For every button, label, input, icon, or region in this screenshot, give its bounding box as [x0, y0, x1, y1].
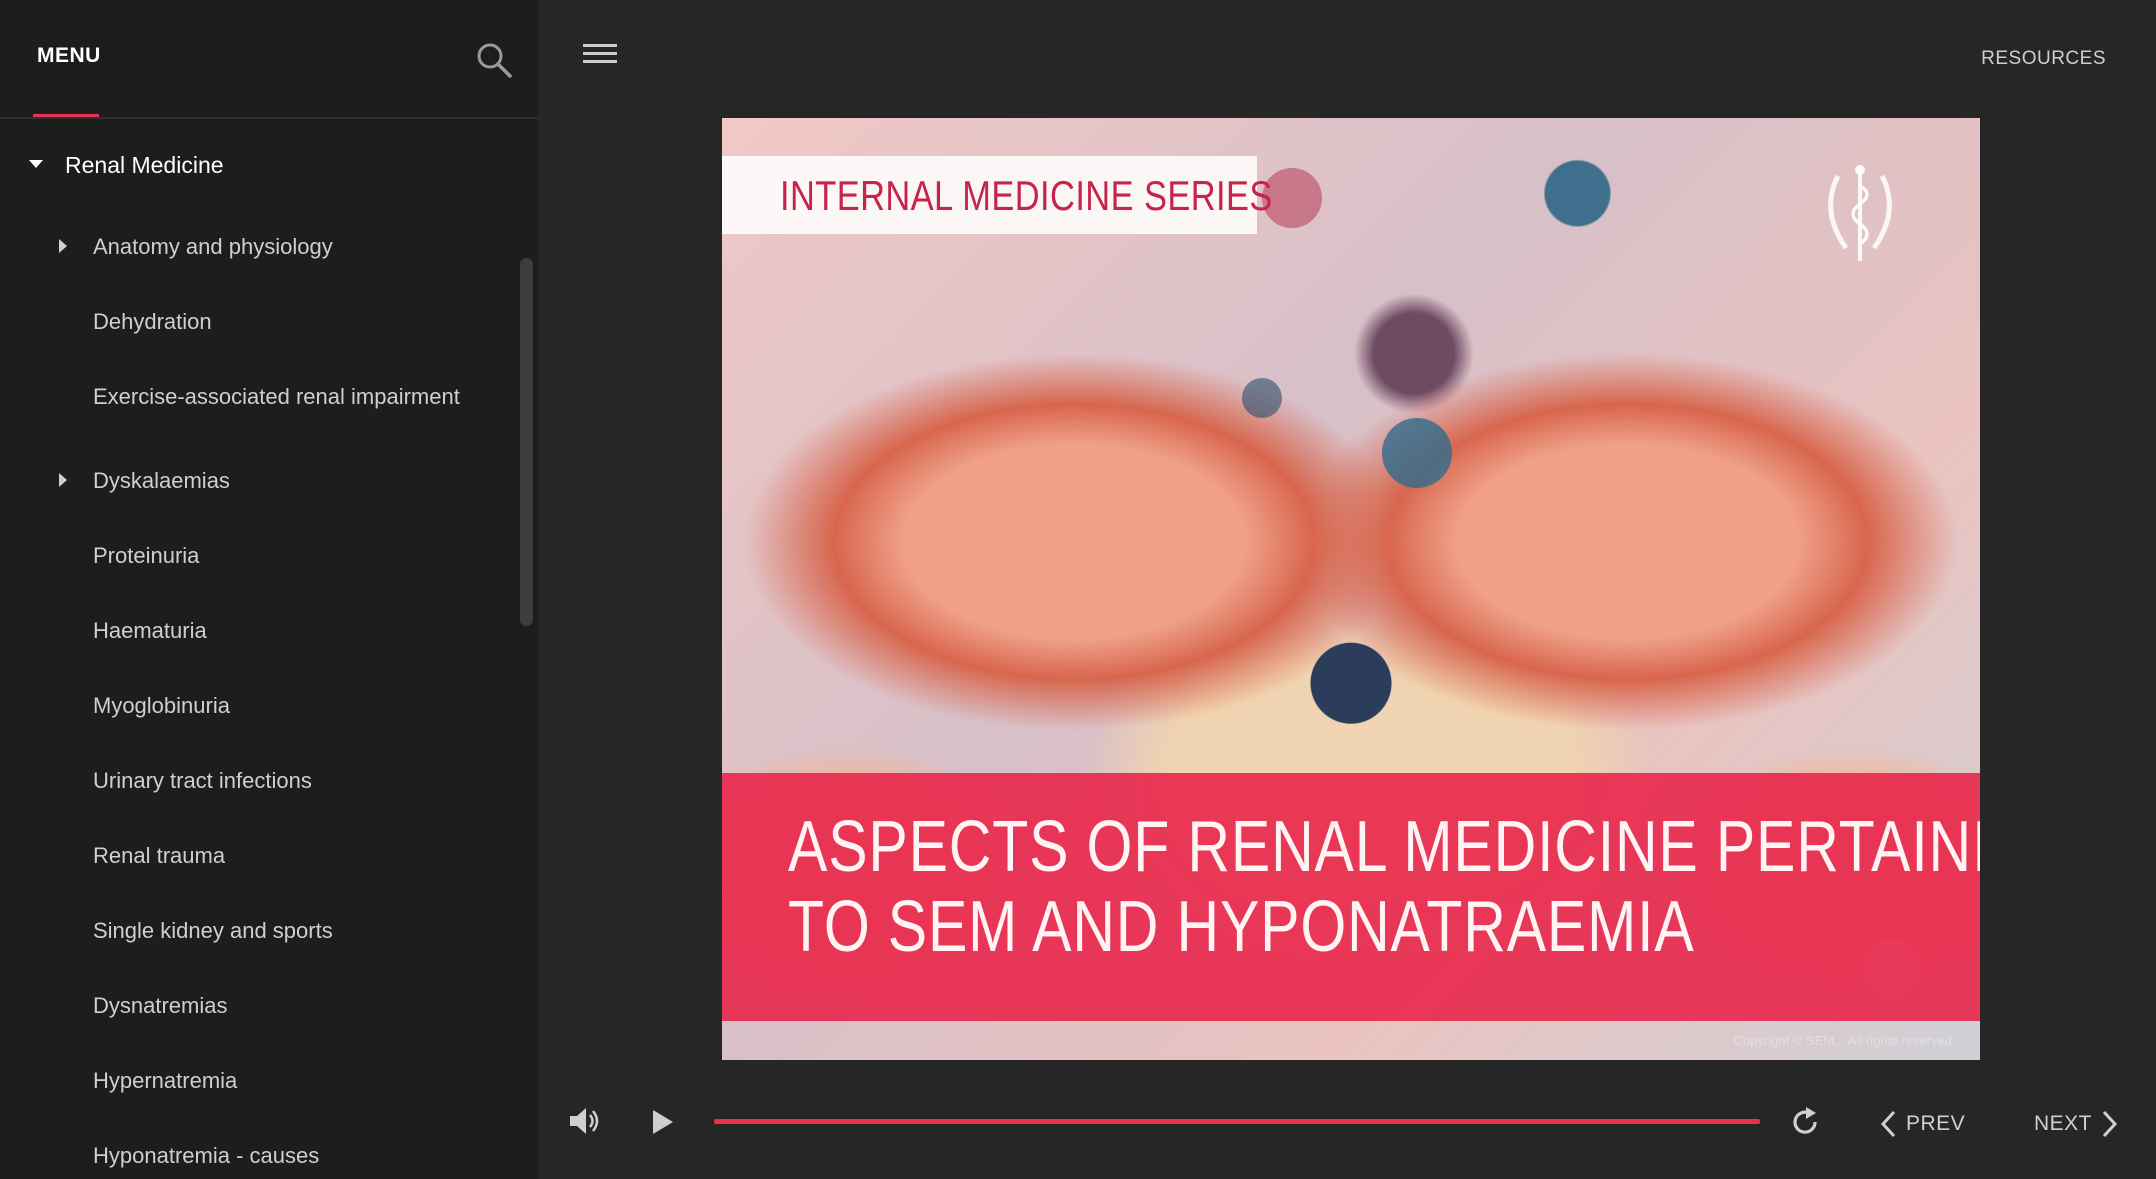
tree-section-renal-medicine[interactable]: Renal Medicine	[0, 140, 520, 188]
sidebar-item-label: Hyponatremia - causes	[93, 1143, 320, 1168]
sidebar-item-label: Dyskalaemias	[93, 468, 230, 493]
sidebar-item[interactable]: Single kidney and sports	[0, 904, 520, 960]
prev-button[interactable]: PREV	[1880, 1110, 1965, 1138]
sidebar-scrollbar-thumb[interactable]	[520, 258, 533, 626]
sidebar-item[interactable]: Exercise-associated renal impairment	[0, 370, 520, 426]
sidebar-item[interactable]: Urinary tract infections	[0, 754, 520, 810]
sidebar-item-label: Hypernatremia	[93, 1068, 238, 1093]
sidebar-item[interactable]: Haematuria	[0, 604, 520, 660]
sidebar-item-label: Dehydration	[93, 309, 212, 334]
sidebar-item[interactable]: Hyponatremia - causes	[0, 1129, 520, 1179]
chevron-right-icon	[2102, 1110, 2118, 1138]
prev-label: PREV	[1906, 1112, 1966, 1135]
chevron-left-icon	[1880, 1110, 1896, 1138]
playback-progress-bar[interactable]	[714, 1119, 1760, 1124]
next-label: NEXT	[2034, 1112, 2093, 1135]
sidebar-item[interactable]: Proteinuria	[0, 529, 520, 585]
sidebar-item-label: Renal trauma	[93, 843, 226, 868]
replay-icon[interactable]	[1789, 1105, 1821, 1137]
caret-right-icon	[59, 473, 67, 487]
sidebar-menu: MENU Renal Medicine Anatomy and physiolo…	[0, 0, 538, 1179]
slide-title-line-1: ASPECTS OF RENAL MEDICINE PERTAINING	[788, 807, 1980, 887]
sidebar-item-label: Haematuria	[93, 618, 207, 643]
sidebar-item[interactable]: Myoglobinuria	[0, 679, 520, 735]
sidebar-item-label: Anatomy and physiology	[93, 234, 333, 259]
sidebar-item[interactable]: Dysnatremias	[0, 979, 520, 1035]
copyright-text: Copyright © SEM... All rights reserved	[1733, 1033, 1952, 1048]
sidebar-item-label: Urinary tract infections	[93, 768, 312, 793]
caduceus-laurel-logo	[1828, 165, 1892, 261]
next-button[interactable]: NEXT	[2034, 1110, 2118, 1138]
sidebar-item[interactable]: Dehydration	[0, 295, 520, 351]
cell-decoration	[1382, 418, 1452, 488]
sidebar-item[interactable]: Anatomy and physiology	[0, 220, 520, 276]
sidebar-item[interactable]: Hypernatremia	[0, 1054, 520, 1110]
volume-icon[interactable]	[567, 1104, 601, 1138]
series-label: INTERNAL MEDICINE SERIES	[780, 172, 1273, 219]
menu-title: MENU	[37, 44, 101, 67]
hamburger-menu-icon[interactable]	[583, 44, 617, 68]
menu-header: MENU	[0, 0, 538, 119]
sidebar-item-label: Exercise-associated renal impairment	[93, 384, 460, 409]
caret-down-icon	[29, 160, 43, 168]
menu-tab-indicator	[33, 114, 99, 117]
sidebar-item-label: Proteinuria	[93, 543, 200, 568]
cell-decoration	[1242, 378, 1282, 418]
sidebar-item[interactable]: Dyskalaemias	[0, 454, 520, 510]
sidebar-item-label: Single kidney and sports	[93, 918, 333, 943]
play-icon[interactable]	[650, 1108, 676, 1136]
sidebar-item-label: Myoglobinuria	[93, 693, 230, 718]
sidebar-item[interactable]: Renal trauma	[0, 829, 520, 885]
slide-title-line-2: TO SEM AND HYPONATRAEMIA	[788, 887, 1695, 967]
caret-right-icon	[59, 239, 67, 253]
sidebar-item-label: Dysnatremias	[93, 993, 228, 1018]
slide-image: INTERNAL MEDICINE SERIES ASPECTS OF RENA…	[722, 118, 1980, 1060]
search-icon[interactable]	[474, 40, 514, 80]
tree-section-label: Renal Medicine	[65, 152, 224, 178]
resources-button[interactable]: RESOURCES	[1981, 48, 2106, 70]
